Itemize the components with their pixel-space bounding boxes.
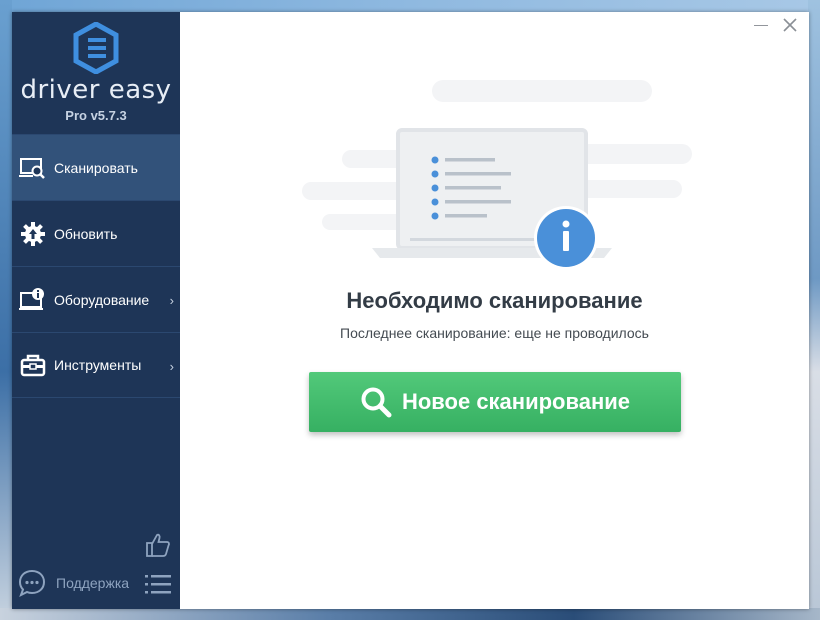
desktop-background-top [0,0,820,12]
sidebar-item-label: Обновить [54,225,118,242]
sidebar-item-hardware[interactable]: Оборудование › [12,266,180,332]
desktop-background-bottom [0,608,820,620]
sidebar-item-update[interactable]: Обновить [12,200,180,266]
close-icon [783,18,797,32]
support-label: Поддержка [56,575,130,591]
driver-easy-logo-icon [73,22,119,74]
sidebar-item-label: Сканировать [54,159,138,176]
logo-area: driver easy Pro v5.7.3 [12,12,180,134]
last-scan-status: Последнее сканирование: еще не проводило… [340,325,649,341]
scan-icon [18,153,48,183]
close-button[interactable] [782,17,800,35]
menu-list-icon[interactable] [145,574,171,594]
minimize-button[interactable]: — [752,16,770,34]
sidebar-item-tools[interactable]: Инструменты › [12,332,180,398]
update-gear-icon [18,219,48,249]
sidebar-nav: Сканировать Обновить Оборудование › Инст… [12,134,180,398]
search-icon [361,387,392,418]
chat-bubble-icon [18,569,46,597]
logo-text: driver easy [20,75,172,105]
sidebar-item-label: Инструменты [54,357,142,373]
app-window: driver easy Pro v5.7.3 Сканировать Обнов… [12,12,809,609]
sidebar-item-scan[interactable]: Сканировать [12,134,180,200]
desktop-background-right [808,0,820,620]
chevron-right-icon: › [169,293,174,308]
desktop-background-left [0,0,12,620]
new-scan-button[interactable]: Новое сканирование [309,372,681,432]
thumbs-up-icon[interactable] [145,532,171,558]
tools-icon [18,350,48,380]
new-scan-button-label: Новое сканирование [401,389,631,414]
hardware-icon [18,285,48,315]
page-title: Необходимо сканирование [346,288,643,313]
scan-required-illustration [302,80,692,270]
sidebar: driver easy Pro v5.7.3 Сканировать Обнов… [12,12,180,609]
sidebar-item-label: Оборудование [54,291,150,308]
version-label: Pro v5.7.3 [65,108,127,123]
main-panel: — Необходимо сканирование Последнее скан… [180,12,809,609]
support-link[interactable]: Поддержка [18,569,129,597]
chevron-right-icon: › [169,359,174,374]
